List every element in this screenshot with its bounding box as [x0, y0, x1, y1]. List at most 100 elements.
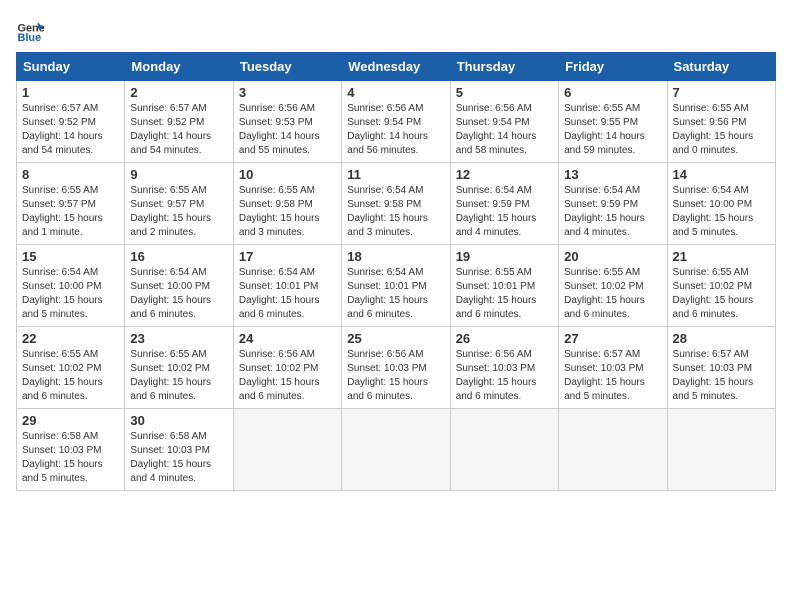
calendar-cell: 23 Sunrise: 6:55 AM Sunset: 10:02 PM Day…	[125, 327, 233, 409]
day-info: Sunrise: 6:54 AM Sunset: 10:01 PM Daylig…	[239, 266, 336, 322]
day-info: Sunrise: 6:54 AM Sunset: 10:01 PM Daylig…	[347, 266, 444, 322]
calendar-cell	[450, 409, 558, 491]
day-number: 22	[22, 331, 119, 346]
calendar-cell: 2 Sunrise: 6:57 AM Sunset: 9:52 PM Dayli…	[125, 81, 233, 163]
day-info: Sunrise: 6:56 AM Sunset: 9:53 PM Dayligh…	[239, 102, 336, 158]
calendar-cell: 15 Sunrise: 6:54 AM Sunset: 10:00 PM Day…	[17, 245, 125, 327]
day-info: Sunrise: 6:57 AM Sunset: 9:52 PM Dayligh…	[130, 102, 227, 158]
day-number: 18	[347, 249, 444, 264]
day-info: Sunrise: 6:55 AM Sunset: 9:57 PM Dayligh…	[22, 184, 119, 240]
day-info: Sunrise: 6:55 AM Sunset: 10:02 PM Daylig…	[130, 348, 227, 404]
day-info: Sunrise: 6:56 AM Sunset: 10:03 PM Daylig…	[456, 348, 553, 404]
calendar-cell: 26 Sunrise: 6:56 AM Sunset: 10:03 PM Day…	[450, 327, 558, 409]
calendar-cell: 22 Sunrise: 6:55 AM Sunset: 10:02 PM Day…	[17, 327, 125, 409]
day-number: 25	[347, 331, 444, 346]
day-info: Sunrise: 6:55 AM Sunset: 9:55 PM Dayligh…	[564, 102, 661, 158]
day-info: Sunrise: 6:55 AM Sunset: 10:01 PM Daylig…	[456, 266, 553, 322]
day-number: 28	[673, 331, 770, 346]
weekday-header: Friday	[559, 53, 667, 81]
calendar-cell: 1 Sunrise: 6:57 AM Sunset: 9:52 PM Dayli…	[17, 81, 125, 163]
day-number: 21	[673, 249, 770, 264]
day-info: Sunrise: 6:55 AM Sunset: 9:56 PM Dayligh…	[673, 102, 770, 158]
day-number: 13	[564, 167, 661, 182]
day-number: 10	[239, 167, 336, 182]
logo-icon: General Blue	[16, 16, 44, 44]
weekday-header: Thursday	[450, 53, 558, 81]
day-number: 7	[673, 85, 770, 100]
calendar-cell: 21 Sunrise: 6:55 AM Sunset: 10:02 PM Day…	[667, 245, 775, 327]
calendar-cell: 28 Sunrise: 6:57 AM Sunset: 10:03 PM Day…	[667, 327, 775, 409]
day-number: 19	[456, 249, 553, 264]
calendar-cell: 29 Sunrise: 6:58 AM Sunset: 10:03 PM Day…	[17, 409, 125, 491]
weekday-header: Wednesday	[342, 53, 450, 81]
day-info: Sunrise: 6:56 AM Sunset: 10:03 PM Daylig…	[347, 348, 444, 404]
calendar-cell: 10 Sunrise: 6:55 AM Sunset: 9:58 PM Dayl…	[233, 163, 341, 245]
day-info: Sunrise: 6:54 AM Sunset: 9:58 PM Dayligh…	[347, 184, 444, 240]
day-info: Sunrise: 6:55 AM Sunset: 9:58 PM Dayligh…	[239, 184, 336, 240]
day-info: Sunrise: 6:54 AM Sunset: 10:00 PM Daylig…	[130, 266, 227, 322]
calendar-cell: 25 Sunrise: 6:56 AM Sunset: 10:03 PM Day…	[342, 327, 450, 409]
day-number: 30	[130, 413, 227, 428]
day-info: Sunrise: 6:55 AM Sunset: 10:02 PM Daylig…	[673, 266, 770, 322]
calendar-cell	[559, 409, 667, 491]
day-info: Sunrise: 6:56 AM Sunset: 9:54 PM Dayligh…	[347, 102, 444, 158]
svg-text:Blue: Blue	[18, 32, 42, 44]
day-number: 8	[22, 167, 119, 182]
day-number: 9	[130, 167, 227, 182]
calendar-cell: 14 Sunrise: 6:54 AM Sunset: 10:00 PM Day…	[667, 163, 775, 245]
calendar-cell: 24 Sunrise: 6:56 AM Sunset: 10:02 PM Day…	[233, 327, 341, 409]
calendar-cell	[342, 409, 450, 491]
day-info: Sunrise: 6:55 AM Sunset: 9:57 PM Dayligh…	[130, 184, 227, 240]
calendar-cell: 18 Sunrise: 6:54 AM Sunset: 10:01 PM Day…	[342, 245, 450, 327]
day-number: 15	[22, 249, 119, 264]
day-number: 24	[239, 331, 336, 346]
day-info: Sunrise: 6:58 AM Sunset: 10:03 PM Daylig…	[130, 430, 227, 486]
day-info: Sunrise: 6:54 AM Sunset: 10:00 PM Daylig…	[673, 184, 770, 240]
day-number: 29	[22, 413, 119, 428]
day-info: Sunrise: 6:56 AM Sunset: 9:54 PM Dayligh…	[456, 102, 553, 158]
calendar-cell	[233, 409, 341, 491]
day-number: 16	[130, 249, 227, 264]
calendar-cell: 3 Sunrise: 6:56 AM Sunset: 9:53 PM Dayli…	[233, 81, 341, 163]
day-number: 6	[564, 85, 661, 100]
calendar-cell: 9 Sunrise: 6:55 AM Sunset: 9:57 PM Dayli…	[125, 163, 233, 245]
day-info: Sunrise: 6:57 AM Sunset: 10:03 PM Daylig…	[564, 348, 661, 404]
calendar-cell: 7 Sunrise: 6:55 AM Sunset: 9:56 PM Dayli…	[667, 81, 775, 163]
day-number: 11	[347, 167, 444, 182]
day-number: 23	[130, 331, 227, 346]
day-number: 17	[239, 249, 336, 264]
calendar-table: SundayMondayTuesdayWednesdayThursdayFrid…	[16, 52, 776, 491]
calendar-cell: 6 Sunrise: 6:55 AM Sunset: 9:55 PM Dayli…	[559, 81, 667, 163]
day-info: Sunrise: 6:54 AM Sunset: 10:00 PM Daylig…	[22, 266, 119, 322]
calendar-cell: 19 Sunrise: 6:55 AM Sunset: 10:01 PM Day…	[450, 245, 558, 327]
weekday-header: Sunday	[17, 53, 125, 81]
weekday-header: Tuesday	[233, 53, 341, 81]
calendar-cell: 11 Sunrise: 6:54 AM Sunset: 9:58 PM Dayl…	[342, 163, 450, 245]
day-number: 2	[130, 85, 227, 100]
day-number: 27	[564, 331, 661, 346]
calendar-cell: 4 Sunrise: 6:56 AM Sunset: 9:54 PM Dayli…	[342, 81, 450, 163]
day-info: Sunrise: 6:57 AM Sunset: 10:03 PM Daylig…	[673, 348, 770, 404]
day-number: 5	[456, 85, 553, 100]
weekday-header: Monday	[125, 53, 233, 81]
day-number: 14	[673, 167, 770, 182]
day-number: 26	[456, 331, 553, 346]
calendar-cell: 27 Sunrise: 6:57 AM Sunset: 10:03 PM Day…	[559, 327, 667, 409]
page-header: General Blue	[16, 16, 776, 44]
day-info: Sunrise: 6:56 AM Sunset: 10:02 PM Daylig…	[239, 348, 336, 404]
day-number: 3	[239, 85, 336, 100]
calendar-cell: 12 Sunrise: 6:54 AM Sunset: 9:59 PM Dayl…	[450, 163, 558, 245]
day-info: Sunrise: 6:58 AM Sunset: 10:03 PM Daylig…	[22, 430, 119, 486]
calendar-cell: 17 Sunrise: 6:54 AM Sunset: 10:01 PM Day…	[233, 245, 341, 327]
calendar-cell: 13 Sunrise: 6:54 AM Sunset: 9:59 PM Dayl…	[559, 163, 667, 245]
day-info: Sunrise: 6:57 AM Sunset: 9:52 PM Dayligh…	[22, 102, 119, 158]
logo: General Blue	[16, 16, 48, 44]
calendar-cell: 30 Sunrise: 6:58 AM Sunset: 10:03 PM Day…	[125, 409, 233, 491]
day-info: Sunrise: 6:55 AM Sunset: 10:02 PM Daylig…	[22, 348, 119, 404]
day-info: Sunrise: 6:54 AM Sunset: 9:59 PM Dayligh…	[564, 184, 661, 240]
calendar-cell: 20 Sunrise: 6:55 AM Sunset: 10:02 PM Day…	[559, 245, 667, 327]
calendar-cell: 16 Sunrise: 6:54 AM Sunset: 10:00 PM Day…	[125, 245, 233, 327]
day-number: 4	[347, 85, 444, 100]
day-number: 1	[22, 85, 119, 100]
calendar-cell	[667, 409, 775, 491]
